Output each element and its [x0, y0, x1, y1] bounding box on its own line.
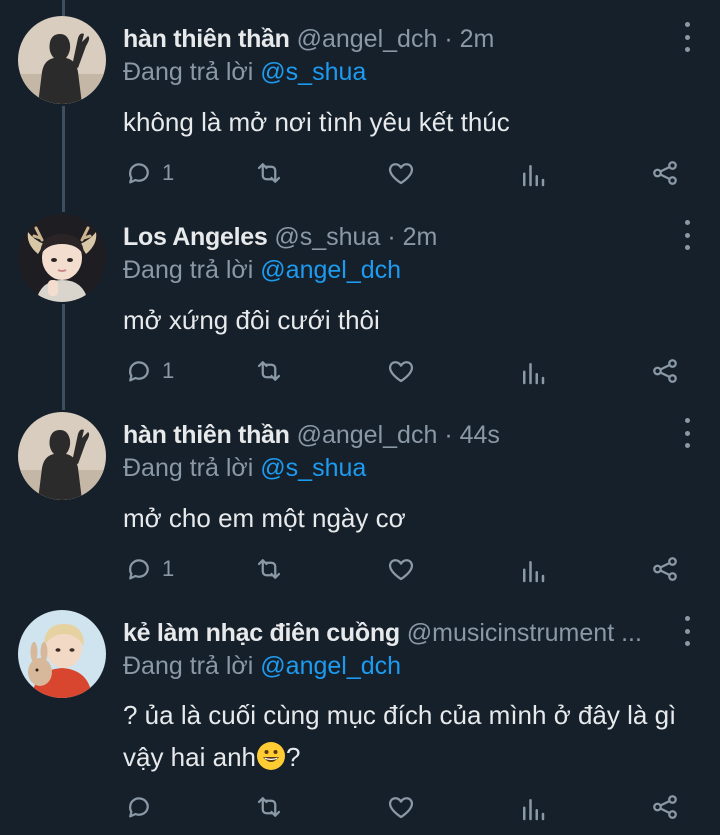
like-button[interactable] — [386, 554, 416, 584]
retweet-button[interactable] — [254, 356, 284, 386]
tweet-text: mở xứng đôi cưới thôi — [123, 305, 380, 335]
views-icon — [523, 561, 545, 583]
retweet-button[interactable] — [254, 554, 284, 584]
tweet-text: mở cho em một ngày cơ — [123, 503, 406, 533]
tweet-text: ? ủa là cuối cùng mục đích của mình ở đâ… — [123, 694, 700, 778]
tweet-header: hàn thiên thần @angel_dch · 44s — [123, 418, 672, 452]
user-handle[interactable]: @angel_dch — [297, 421, 438, 449]
reply-prefix: Đang trả lời — [123, 58, 254, 86]
reply-button[interactable]: 1 — [124, 554, 174, 584]
heart-icon — [388, 361, 414, 383]
views-button[interactable] — [518, 160, 548, 190]
avatar[interactable] — [18, 610, 106, 698]
share-icon — [653, 161, 677, 185]
reply-icon — [129, 163, 149, 184]
reply-button[interactable]: 1 — [124, 356, 174, 386]
more-icon[interactable] — [680, 616, 694, 646]
user-handle[interactable]: @angel_dch — [297, 25, 438, 53]
display-name[interactable]: kẻ làm nhạc điên cuồng — [123, 619, 400, 647]
reply-icon — [129, 361, 149, 382]
reply-count: 1 — [162, 160, 175, 185]
share-button[interactable] — [650, 158, 680, 188]
retweet-button[interactable] — [254, 792, 284, 822]
more-icon[interactable] — [680, 418, 694, 448]
grinning-face-emoji — [256, 742, 285, 770]
tweet[interactable]: kẻ làm nhạc điên cuồng @musicinstrument … — [0, 594, 720, 835]
views-button[interactable] — [518, 358, 548, 388]
reply-context: Đang trả lời @angel_dch — [123, 253, 401, 287]
reply-mention[interactable]: @s_shua — [260, 454, 366, 482]
like-button[interactable] — [386, 158, 416, 188]
timestamp: · 2m — [387, 223, 438, 251]
retweet-button[interactable] — [254, 158, 284, 188]
share-icon — [653, 795, 677, 819]
heart-icon — [388, 559, 414, 581]
share-button[interactable] — [650, 792, 680, 822]
views-icon — [523, 363, 545, 385]
reply-prefix: Đang trả lời — [123, 652, 254, 680]
tweet-text-fragment: vậy hai anh — [123, 742, 256, 772]
share-icon — [653, 557, 677, 581]
views-icon — [523, 165, 545, 187]
retweet-icon — [257, 559, 281, 579]
share-icon — [653, 359, 677, 383]
retweet-icon — [257, 361, 281, 381]
tweet-header: kẻ làm nhạc điên cuồng @musicinstrument … — [123, 616, 672, 650]
reply-context: Đang trả lời @angel_dch — [123, 649, 401, 683]
more-icon[interactable] — [680, 22, 694, 52]
tweet-text-line: vậy hai anh? — [123, 736, 700, 778]
like-button[interactable] — [386, 792, 416, 822]
user-handle[interactable]: @s_shua — [274, 223, 380, 251]
tweet-text: không là mở nơi tình yêu kết thúc — [123, 107, 510, 137]
share-button[interactable] — [650, 356, 680, 386]
reply-context: Đang trả lời @s_shua — [123, 55, 366, 89]
more-icon[interactable] — [680, 220, 694, 250]
reply-mention[interactable]: @angel_dch — [260, 652, 401, 680]
timestamp: · 2m — [444, 25, 495, 53]
action-bar: 1 — [0, 154, 720, 194]
views-button[interactable] — [518, 556, 548, 586]
heart-icon — [388, 797, 414, 819]
tweet-header: Los Angeles @s_shua · 2m — [123, 220, 672, 254]
retweet-icon — [257, 797, 281, 817]
share-button[interactable] — [650, 554, 680, 584]
reply-mention[interactable]: @s_shua — [260, 58, 366, 86]
reply-count: 1 — [162, 556, 175, 581]
action-bar — [0, 790, 720, 830]
views-button[interactable] — [518, 794, 548, 824]
user-handle[interactable]: @musicinstrument ... — [407, 619, 642, 647]
reply-prefix: Đang trả lời — [123, 454, 254, 482]
heart-icon — [388, 163, 414, 185]
tweet[interactable]: hàn thiên thần @angel_dch · 44s Đang trả… — [0, 396, 720, 596]
tweet-text-fragment: ? — [285, 742, 301, 772]
display-name[interactable]: Los Angeles — [123, 223, 268, 251]
retweet-icon — [257, 163, 281, 183]
display-name[interactable]: hàn thiên thần — [123, 25, 290, 53]
reply-button[interactable] — [124, 792, 162, 822]
tweet-text-line: ? ủa là cuối cùng mục đích của mình ở đâ… — [123, 700, 677, 730]
reply-context: Đang trả lời @s_shua — [123, 451, 366, 485]
tweet[interactable]: Los Angeles @s_shua · 2m Đang trả lời @a… — [0, 198, 720, 398]
like-button[interactable] — [386, 356, 416, 386]
tweet-header: hàn thiên thần @angel_dch · 2m — [123, 22, 672, 56]
reply-button[interactable]: 1 — [124, 158, 174, 188]
timestamp: · 44s — [444, 421, 500, 449]
avatar[interactable] — [18, 412, 106, 500]
views-icon — [523, 799, 545, 821]
action-bar: 1 — [0, 550, 720, 590]
avatar[interactable] — [18, 214, 106, 302]
reply-icon — [129, 559, 149, 580]
reply-prefix: Đang trả lời — [123, 256, 254, 284]
reply-count: 1 — [162, 358, 175, 383]
avatar[interactable] — [18, 16, 106, 104]
reply-mention[interactable]: @angel_dch — [260, 256, 401, 284]
tweet[interactable]: hàn thiên thần @angel_dch · 2m Đang trả … — [0, 0, 720, 200]
display-name[interactable]: hàn thiên thần — [123, 421, 290, 449]
reply-icon — [129, 797, 149, 818]
action-bar: 1 — [0, 352, 720, 392]
